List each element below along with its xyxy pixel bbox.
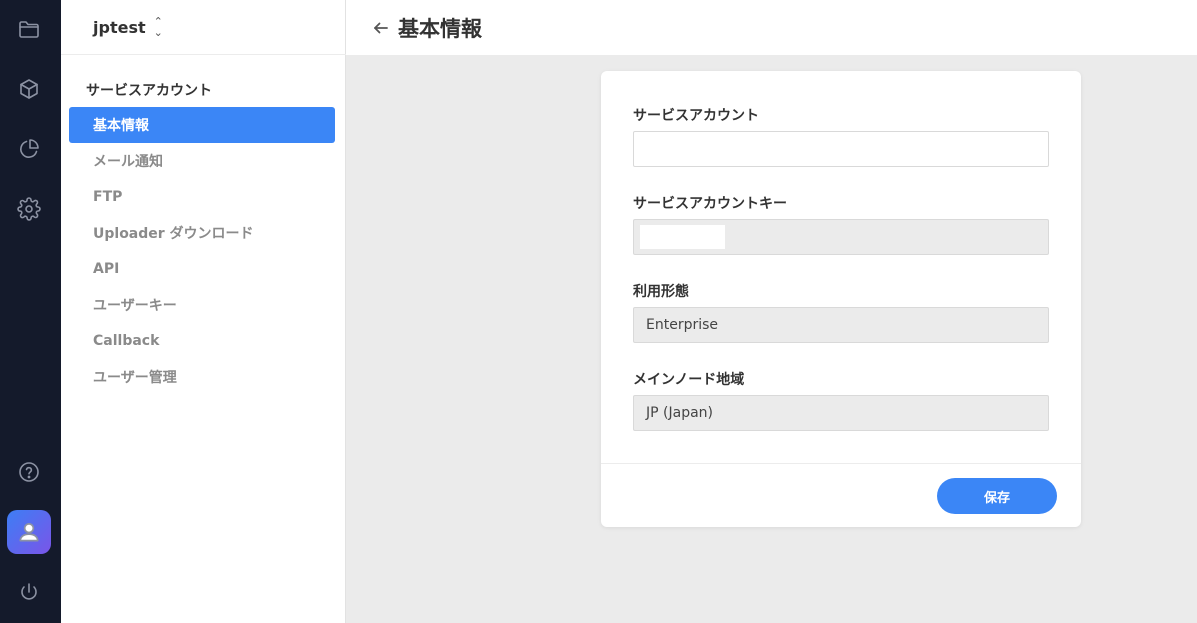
usage-type-label: 利用形態 — [633, 284, 689, 300]
key-redaction-mask — [640, 225, 725, 249]
chevron-updown-icon: ⌃ ⌄ — [153, 15, 163, 39]
sidebar-item-user-management[interactable]: ユーザー管理 — [69, 359, 335, 395]
gear-icon[interactable] — [16, 196, 42, 222]
sidebar-item-uploader-download[interactable]: Uploader ダウンロード — [69, 215, 335, 251]
sidebar-item-ftp[interactable]: FTP — [69, 179, 335, 215]
section-title: サービスアカウント — [86, 83, 212, 99]
usage-type-field: Enterprise — [633, 307, 1049, 343]
help-icon[interactable] — [16, 459, 42, 485]
service-account-key-label: サービスアカウントキー — [633, 196, 787, 212]
pie-chart-icon[interactable] — [16, 136, 42, 162]
service-account-key-field — [633, 219, 1049, 255]
sidebar-item-user-key[interactable]: ユーザーキー — [69, 287, 335, 323]
sidebar-item-callback[interactable]: Callback — [69, 323, 335, 359]
power-icon[interactable] — [16, 579, 42, 605]
page-header: 基本情報 — [346, 0, 1197, 55]
folder-icon[interactable] — [16, 16, 42, 42]
user-account-button[interactable] — [7, 510, 51, 554]
service-account-input[interactable] — [646, 132, 1048, 166]
project-switcher[interactable]: jptest ⌃ ⌄ — [61, 0, 346, 55]
sidebar-item-mail-notification[interactable]: メール通知 — [69, 143, 335, 179]
service-account-field[interactable] — [633, 131, 1049, 167]
sidebar: jptest ⌃ ⌄ サービスアカウント 基本情報 メール通知 FTP Uploa… — [61, 0, 346, 623]
sidebar-item-api[interactable]: API — [69, 251, 335, 287]
sidebar-item-basic-info[interactable]: 基本情報 — [69, 107, 335, 143]
cube-icon[interactable] — [16, 76, 42, 102]
save-button[interactable]: 保存 — [937, 478, 1057, 514]
basic-info-card: サービスアカウント サービスアカウントキー 利用形態 Enterprise メイ… — [601, 71, 1081, 527]
service-account-label: サービスアカウント — [633, 108, 759, 124]
icon-rail — [0, 0, 61, 623]
sidebar-menu: 基本情報 メール通知 FTP Uploader ダウンロード API ユーザーキ… — [69, 107, 335, 395]
main-node-region-field: JP (Japan) — [633, 395, 1049, 431]
back-arrow-icon[interactable] — [372, 19, 390, 37]
user-icon — [19, 523, 39, 542]
project-name: jptest — [93, 17, 146, 37]
page-title: 基本情報 — [398, 16, 482, 41]
card-divider — [601, 463, 1081, 464]
main-node-region-label: メインノード地域 — [633, 372, 745, 388]
